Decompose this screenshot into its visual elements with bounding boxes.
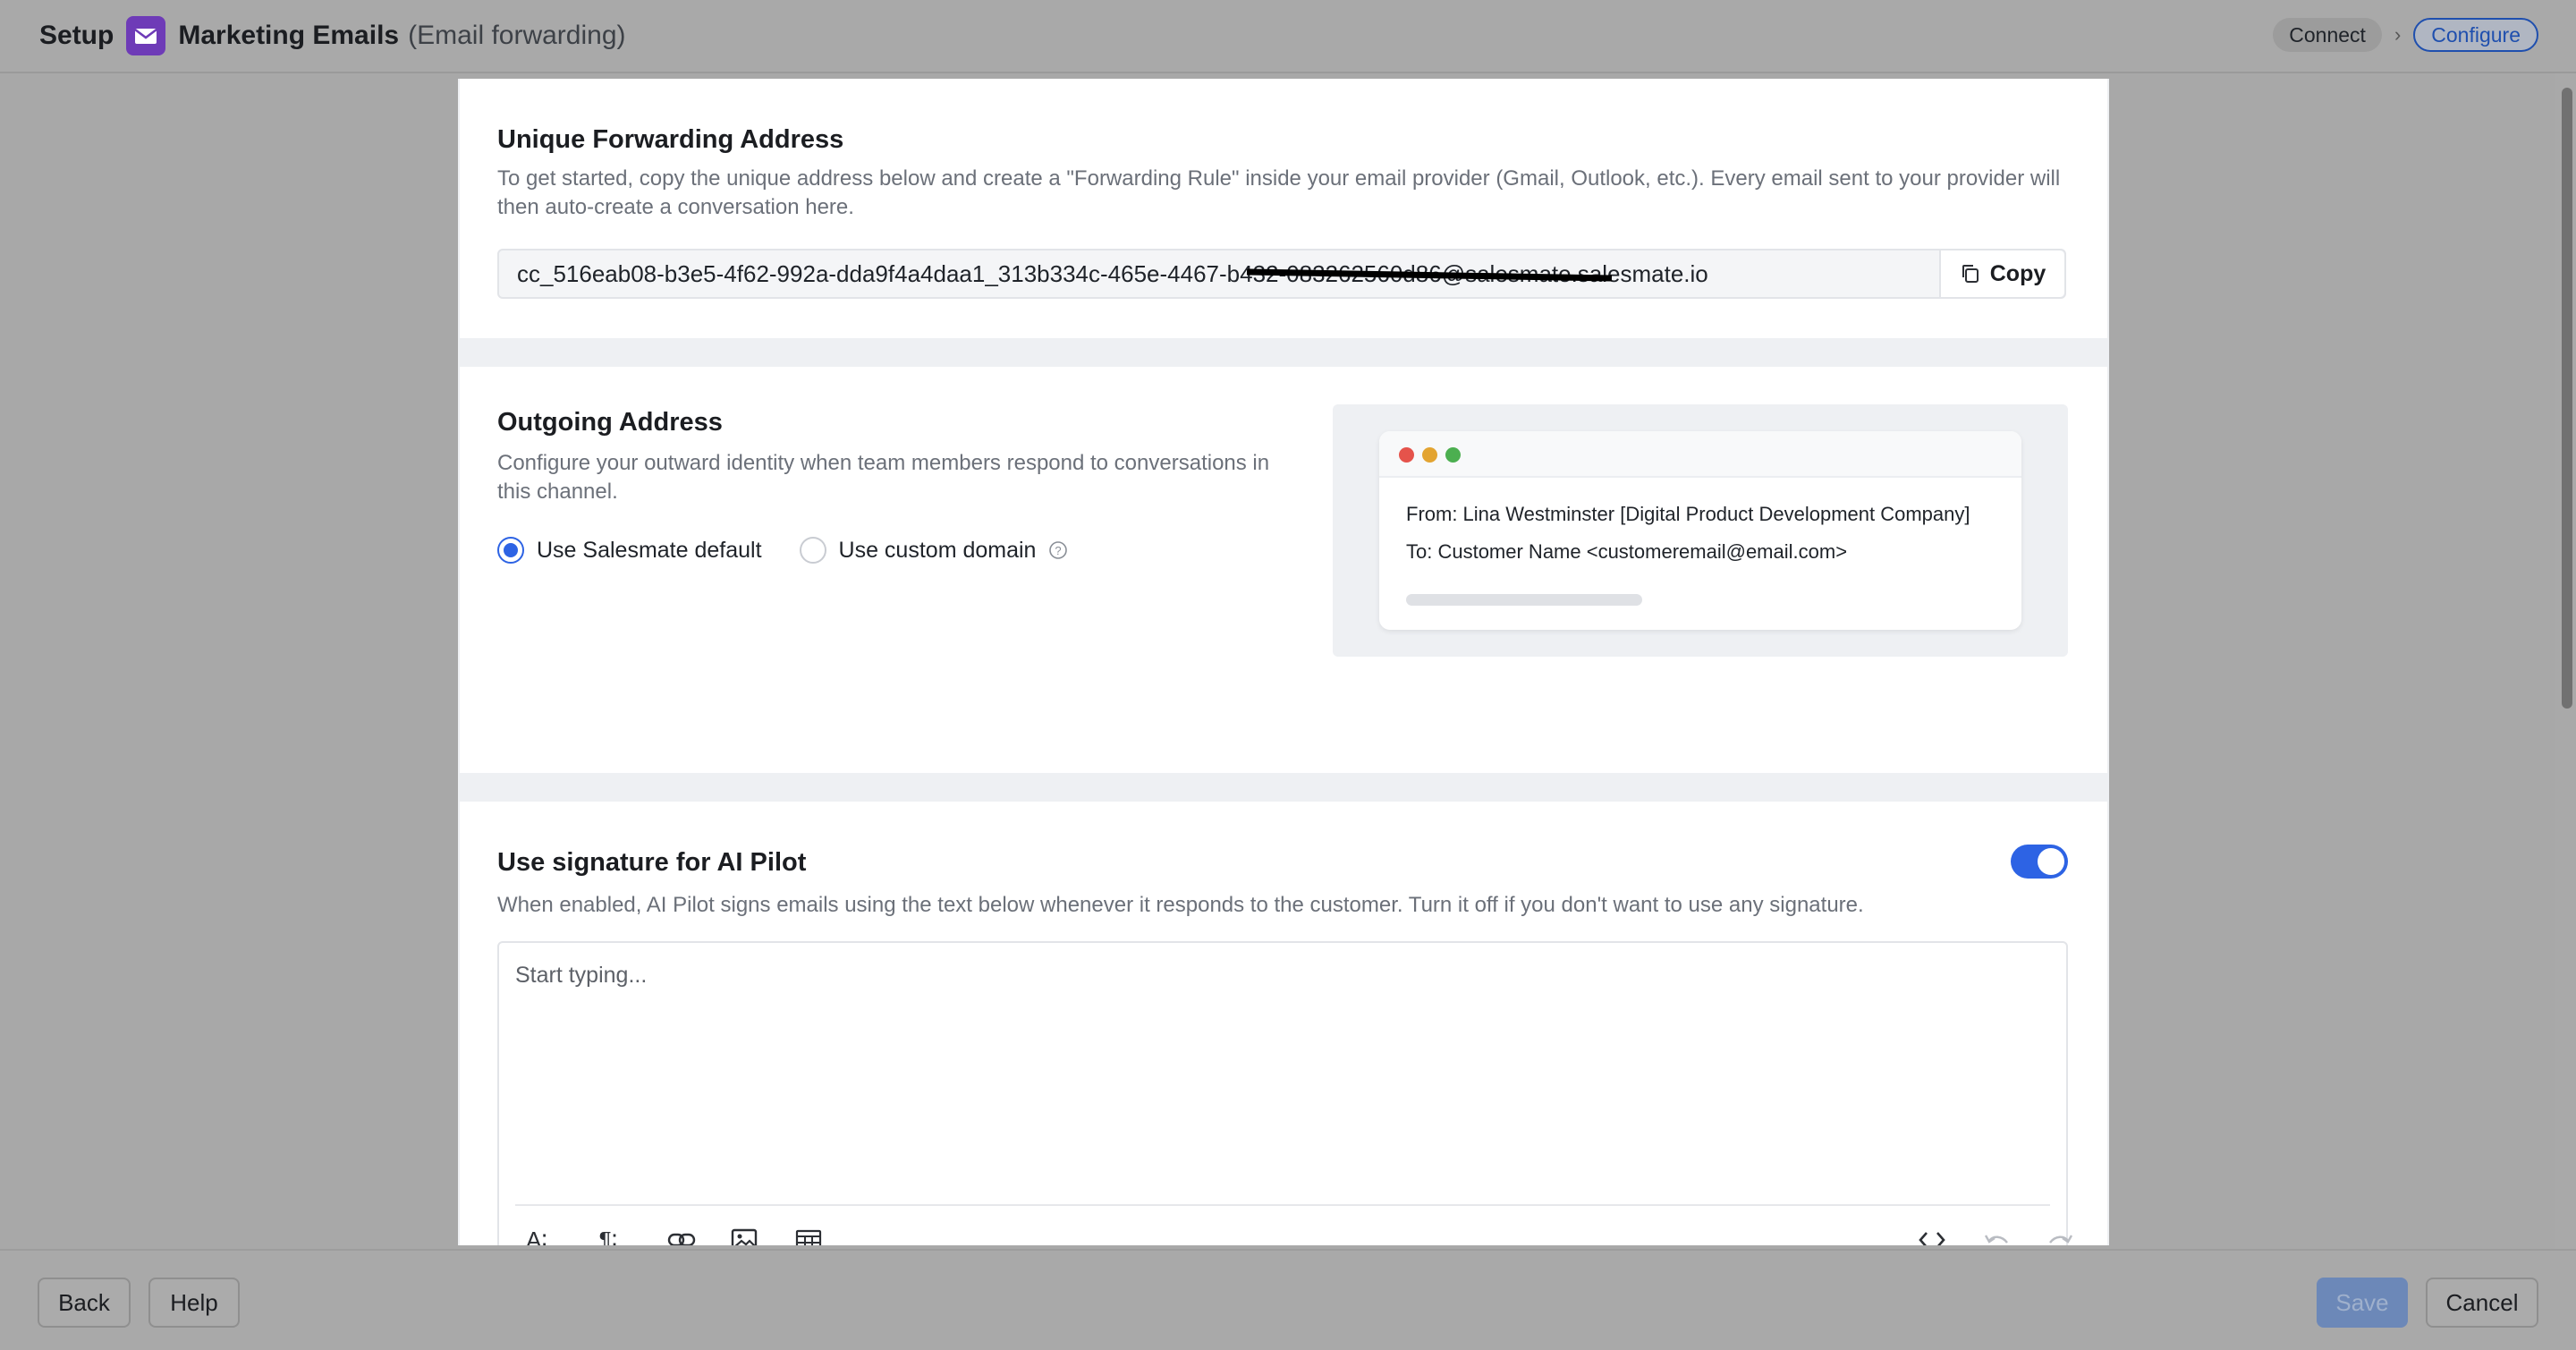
outgoing-description: Configure your outward identity when tea…: [497, 451, 1270, 504]
signature-toggle[interactable]: [2011, 845, 2068, 879]
redo-icon[interactable]: [2041, 1220, 2080, 1245]
signature-description: When enabled, AI Pilot signs emails usin…: [497, 893, 1864, 917]
forwarding-address-value[interactable]: cc_516eab08-b3e5-4f62-992a-dda9f4a4daa1_…: [499, 250, 1939, 297]
preview-to: To: Customer Name <customeremail@email.c…: [1406, 540, 1848, 563]
page-scrollbar[interactable]: [2555, 73, 2576, 1249]
channel-title: Marketing Emails: [178, 21, 400, 50]
signature-title: Use signature for AI Pilot: [497, 848, 807, 877]
outgoing-address-card: Outgoing Address Configure your outward …: [460, 367, 2107, 773]
scrollbar-thumb[interactable]: [2562, 88, 2572, 709]
signature-editor[interactable]: Start typing... A∶ ¶∶: [497, 941, 2073, 1246]
copy-icon: [1960, 263, 1981, 284]
yellow-dot-icon: [1422, 447, 1437, 463]
svg-text:?: ?: [1055, 544, 1062, 557]
cancel-button[interactable]: Cancel: [2426, 1278, 2538, 1328]
help-icon[interactable]: ?: [1048, 540, 1068, 560]
link-icon[interactable]: [662, 1220, 701, 1245]
radio-custom-domain[interactable]: [799, 537, 826, 564]
setup-label: Setup: [39, 21, 114, 50]
outgoing-options: Use Salesmate default Use custom domain …: [497, 537, 1068, 564]
preview-placeholder-line: [1406, 594, 1642, 606]
channel-type: (Email forwarding): [408, 21, 626, 50]
save-button[interactable]: Save: [2317, 1278, 2408, 1328]
help-button[interactable]: Help: [148, 1278, 240, 1328]
forwarding-address-card: Unique Forwarding Address To get started…: [460, 79, 2107, 338]
outgoing-title: Outgoing Address: [497, 408, 723, 437]
undo-icon[interactable]: [1977, 1220, 2016, 1245]
signature-card: Use signature for AI Pilot When enabled,…: [460, 802, 2107, 1245]
back-button[interactable]: Back: [38, 1278, 131, 1328]
font-size-icon[interactable]: A∶: [517, 1220, 556, 1246]
step-configure[interactable]: Configure: [2413, 18, 2538, 52]
configure-panel: Unique Forwarding Address To get started…: [458, 79, 2109, 1245]
red-dot-icon: [1399, 447, 1414, 463]
radio-salesmate-default[interactable]: [497, 537, 524, 564]
step-breadcrumb: Connect › Configure: [2273, 18, 2538, 52]
radio-label-custom-domain: Use custom domain: [838, 537, 1037, 563]
copy-button[interactable]: Copy: [1939, 250, 2064, 297]
toolbar-divider: [515, 1204, 2050, 1206]
forwarding-description: To get started, copy the unique address …: [497, 166, 2061, 219]
email-preview-window: From: Lina Westminster [Digital Product …: [1379, 431, 2021, 630]
paragraph-icon[interactable]: ¶∶: [589, 1220, 628, 1246]
chevron-right-icon: ›: [2394, 23, 2402, 46]
forwarding-title: Unique Forwarding Address: [497, 125, 844, 154]
table-icon[interactable]: [789, 1220, 828, 1245]
top-bar: Setup Marketing Emails (Email forwarding…: [0, 0, 2576, 73]
preview-from: From: Lina Westminster [Digital Product …: [1406, 503, 1970, 525]
email-preview: From: Lina Westminster [Digital Product …: [1333, 404, 2068, 657]
radio-label-salesmate-default: Use Salesmate default: [537, 537, 762, 563]
green-dot-icon: [1445, 447, 1461, 463]
step-connect[interactable]: Connect: [2273, 18, 2382, 52]
footer-bar: Back Help Save Cancel: [0, 1249, 2576, 1350]
envelope-icon: [126, 16, 166, 55]
copy-label: Copy: [1989, 260, 2046, 286]
editor-placeholder: Start typing...: [515, 963, 648, 988]
code-view-icon[interactable]: [1912, 1220, 1952, 1245]
image-icon[interactable]: [724, 1220, 764, 1245]
window-titlebar: [1379, 431, 2021, 478]
forwarding-address-field: cc_516eab08-b3e5-4f62-992a-dda9f4a4daa1_…: [497, 249, 2066, 299]
